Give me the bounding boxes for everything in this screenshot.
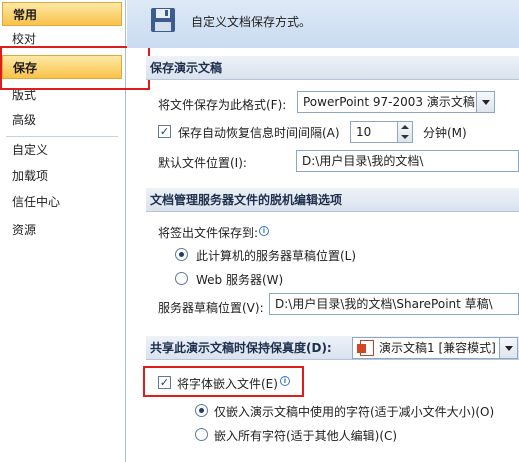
radio-web-server[interactable]: [175, 272, 188, 285]
sidebar-item-label: 信任中心: [12, 195, 61, 209]
sidebar-item-label: 自定义: [12, 143, 49, 157]
checkout-label: 将签出文件保存到:: [158, 226, 259, 240]
drafts-location-label: 服务器草稿位置(V):: [158, 301, 264, 315]
save-format-value: PowerPoint 97-2003 演示文稿: [303, 95, 475, 109]
chevron-down-icon[interactable]: [499, 338, 517, 358]
radio-embed-used-chars-label: 仅嵌入演示文稿中使用的字符(适于减小文件大小)(O): [214, 405, 495, 419]
autosave-label: 保存自动恢复信息时间间隔(A): [178, 126, 340, 140]
radio-embed-used-chars[interactable]: [195, 404, 208, 417]
section-save-presentations: 保存演示文稿: [146, 56, 519, 80]
page-header: 自定义文档保存方式。: [127, 0, 519, 48]
sidebar-item-label: 加载项: [12, 169, 49, 183]
info-icon: i: [259, 226, 269, 236]
embed-fonts-checkbox[interactable]: ✓: [158, 376, 171, 389]
spin-up-icon[interactable]: [401, 125, 409, 129]
autosave-unit-label: 分钟(M): [423, 126, 467, 140]
autosave-interval-spinner[interactable]: [397, 121, 413, 143]
autosave-interval-input[interactable]: 10: [350, 121, 398, 143]
fidelity-document-select[interactable]: 演示文稿1 [兼容模式]: [352, 337, 518, 359]
sidebar-divider: [6, 136, 118, 137]
sidebar-item-label: 高级: [12, 113, 37, 127]
chevron-down-icon[interactable]: [476, 92, 494, 112]
sidebar-item-advanced[interactable]: 高级: [2, 108, 122, 132]
fidelity-document-value: 演示文稿1 [兼容模式]: [379, 341, 496, 355]
sidebar-item-trust-center[interactable]: 信任中心: [2, 190, 122, 214]
sidebar-item-label: 版式: [12, 88, 37, 102]
sidebar-item-label: 资源: [12, 223, 37, 237]
autosave-checkbox[interactable]: ✓: [158, 125, 171, 138]
highlight-box-save: [0, 46, 150, 90]
sidebar-item-general[interactable]: 常用: [2, 2, 122, 26]
radio-web-server-label: Web 服务器(W): [196, 273, 284, 287]
sidebar-item-label: 校对: [12, 32, 37, 46]
section-offline-editing: 文档管理服务器文件的脱机编辑选项: [146, 188, 519, 212]
save-format-label: 将文件保存为此格式(F):: [158, 98, 287, 112]
spin-down-icon[interactable]: [401, 135, 409, 139]
radio-embed-all-chars-label: 嵌入所有字符(适于其他人编辑)(C): [214, 429, 398, 443]
sidebar-item-customize[interactable]: 自定义: [2, 138, 122, 162]
save-format-select[interactable]: PowerPoint 97-2003 演示文稿: [297, 91, 495, 113]
radio-server-drafts[interactable]: [175, 248, 188, 261]
default-location-input[interactable]: D:\用户目录\我的文档\: [296, 150, 519, 172]
embed-fonts-label: 将字体嵌入文件(E): [177, 377, 278, 391]
radio-server-drafts-label: 此计算机的服务器草稿位置(L): [196, 249, 357, 263]
info-icon: i: [280, 376, 290, 386]
sidebar-item-resources[interactable]: 资源: [2, 218, 122, 242]
default-location-label: 默认文件位置(I):: [158, 156, 247, 170]
save-disk-icon: [151, 8, 175, 32]
page-title: 自定义文档保存方式。: [191, 15, 312, 29]
sidebar-item-addins[interactable]: 加载项: [2, 164, 122, 188]
sidebar-item-label: 常用: [13, 8, 38, 22]
default-location-value: D:\用户目录\我的文档\: [302, 154, 424, 168]
radio-embed-all-chars[interactable]: [195, 428, 208, 441]
autosave-interval-value: 10: [356, 125, 372, 139]
powerpoint-document-icon: [357, 340, 374, 356]
drafts-location-input[interactable]: D:\用户目录\我的文档\SharePoint 草稿\: [269, 293, 519, 315]
drafts-location-value: D:\用户目录\我的文档\SharePoint 草稿\: [275, 297, 493, 311]
